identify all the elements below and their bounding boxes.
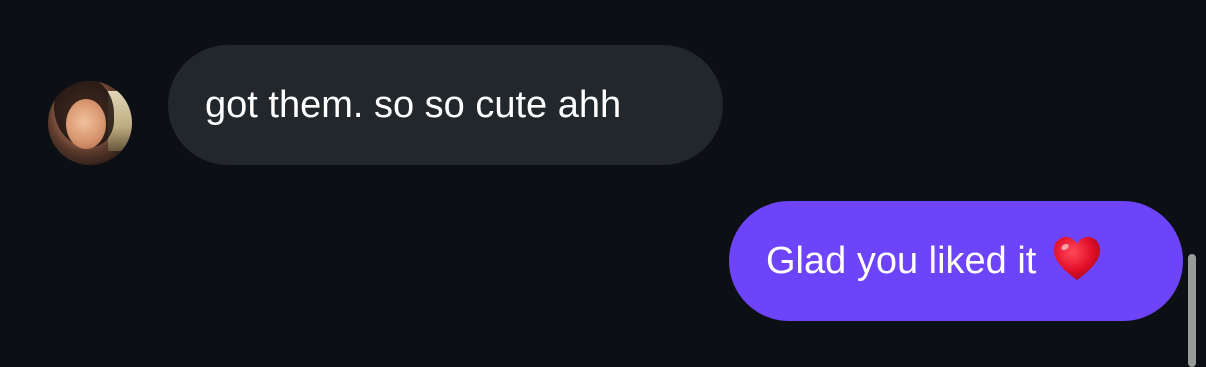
outgoing-message-text: Glad you liked it (766, 240, 1037, 282)
scrollbar-thumb[interactable] (1188, 254, 1196, 367)
incoming-message-bubble[interactable]: got them. so so cute ahh (168, 45, 723, 165)
contact-avatar[interactable] (48, 81, 132, 165)
heart-emoji-icon (1052, 235, 1102, 285)
avatar-photo-face (66, 99, 106, 149)
outgoing-message-bubble[interactable]: Glad you liked it (729, 201, 1183, 321)
incoming-message-text: got them. so so cute ahh (205, 84, 622, 126)
chat-thread: got them. so so cute ahh Glad you liked … (0, 0, 1206, 367)
